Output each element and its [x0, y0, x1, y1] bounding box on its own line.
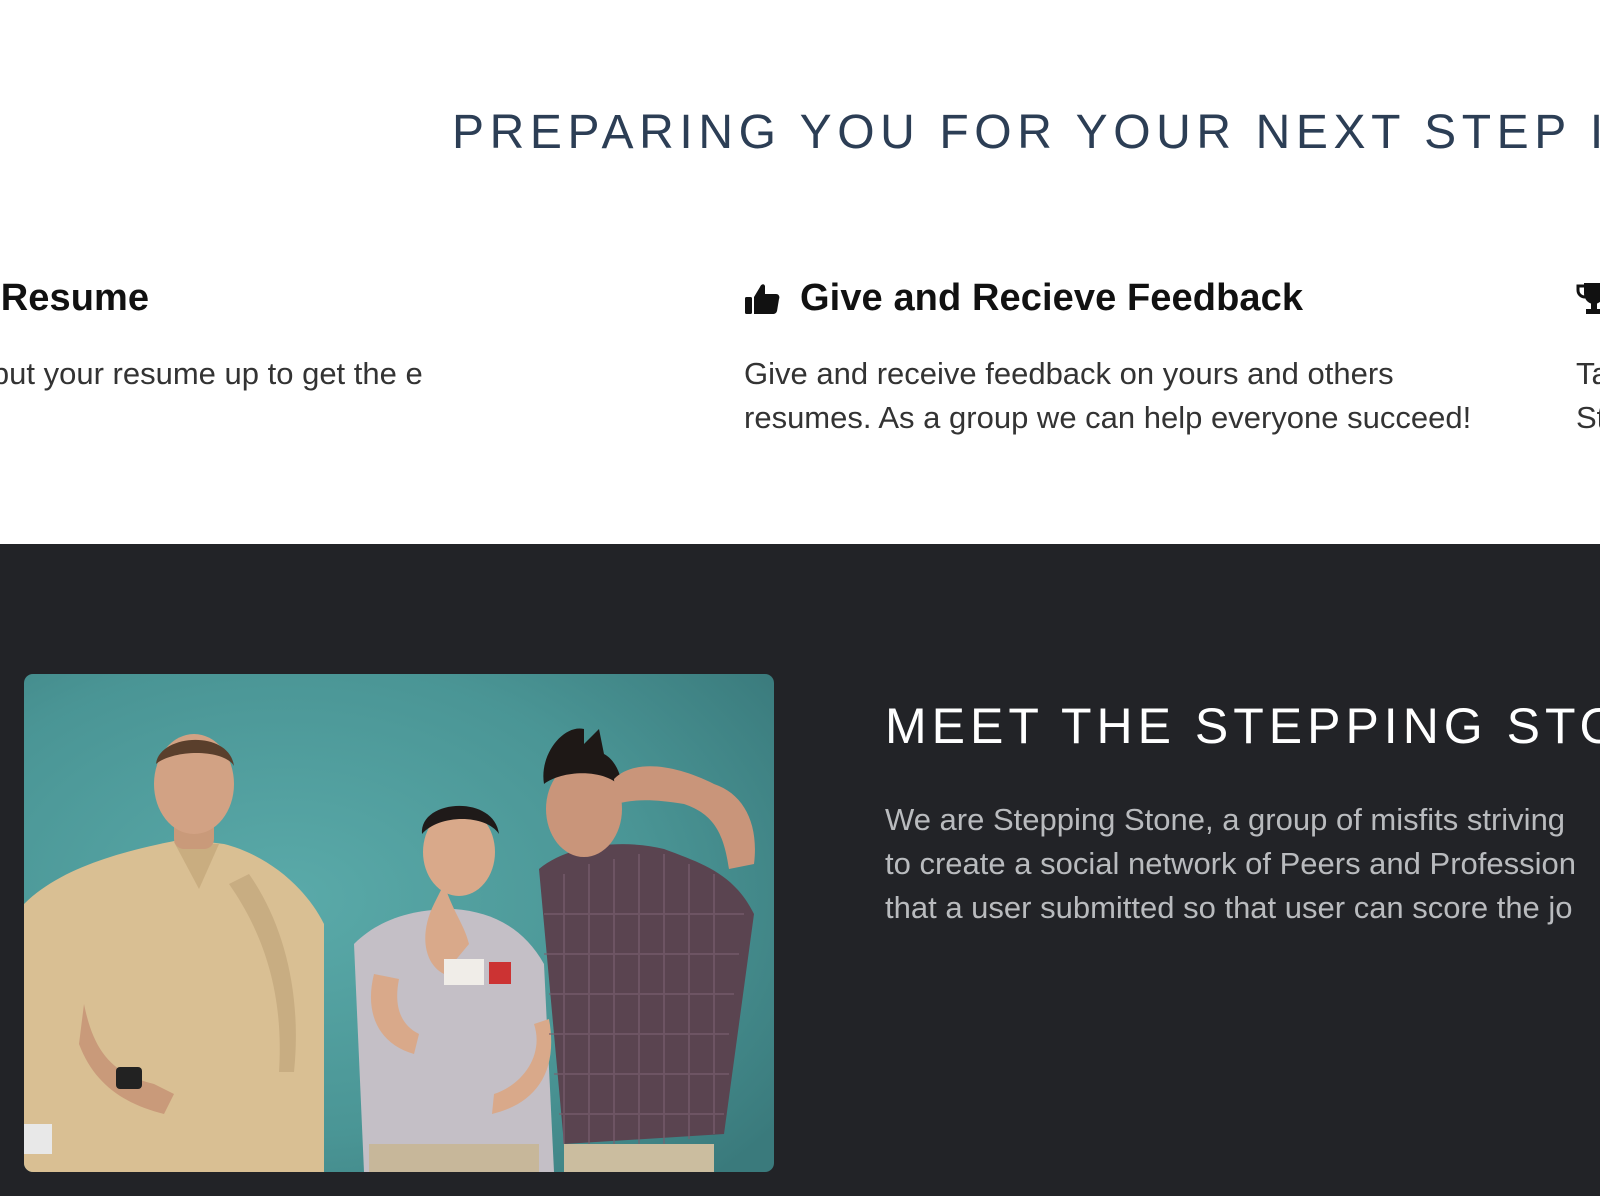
feature-trophy: Ta St	[1576, 270, 1600, 440]
thumbs-up-icon	[744, 280, 780, 316]
team-description: We are Stepping Stone, a group of misfit…	[885, 798, 1600, 938]
team-text-line: to create a social network of Peers and …	[885, 846, 1576, 881]
team-photo	[24, 674, 774, 1172]
team-text-line: that a user submitted so that user can s…	[885, 890, 1573, 925]
feature-text: Ta St	[1576, 356, 1600, 435]
feature-heading	[1576, 270, 1600, 326]
team-section: MEET THE STEPPING STO We are Stepping St…	[0, 544, 1600, 1196]
feature-submit-resume: ubmit Your Resume ur uploader to put you…	[0, 270, 572, 440]
features-title: PREPARING YOU FOR YOUR NEXT STEP I	[452, 106, 1600, 159]
feature-title: ubmit Your Resume	[0, 276, 150, 319]
feature-title: Give and Recieve Feedback	[800, 276, 1304, 319]
team-text-line: We are Stepping Stone, a group of misfit…	[885, 802, 1566, 837]
trophy-icon	[1576, 280, 1600, 316]
team-title: MEET THE STEPPING STO	[885, 698, 1600, 754]
feature-text: Give and receive feedback on yours and o…	[744, 356, 1472, 435]
feature-text: ur uploader to put your resume up to get…	[0, 356, 423, 391]
feature-heading: ubmit Your Resume	[0, 270, 572, 326]
features-section: PREPARING YOU FOR YOUR NEXT STEP I ubmit…	[0, 0, 1600, 544]
feature-heading: Give and Recieve Feedback	[744, 270, 1524, 326]
page: PREPARING YOU FOR YOUR NEXT STEP I ubmit…	[0, 0, 1600, 1196]
feature-feedback: Give and Recieve Feedback Give and recei…	[744, 270, 1524, 440]
